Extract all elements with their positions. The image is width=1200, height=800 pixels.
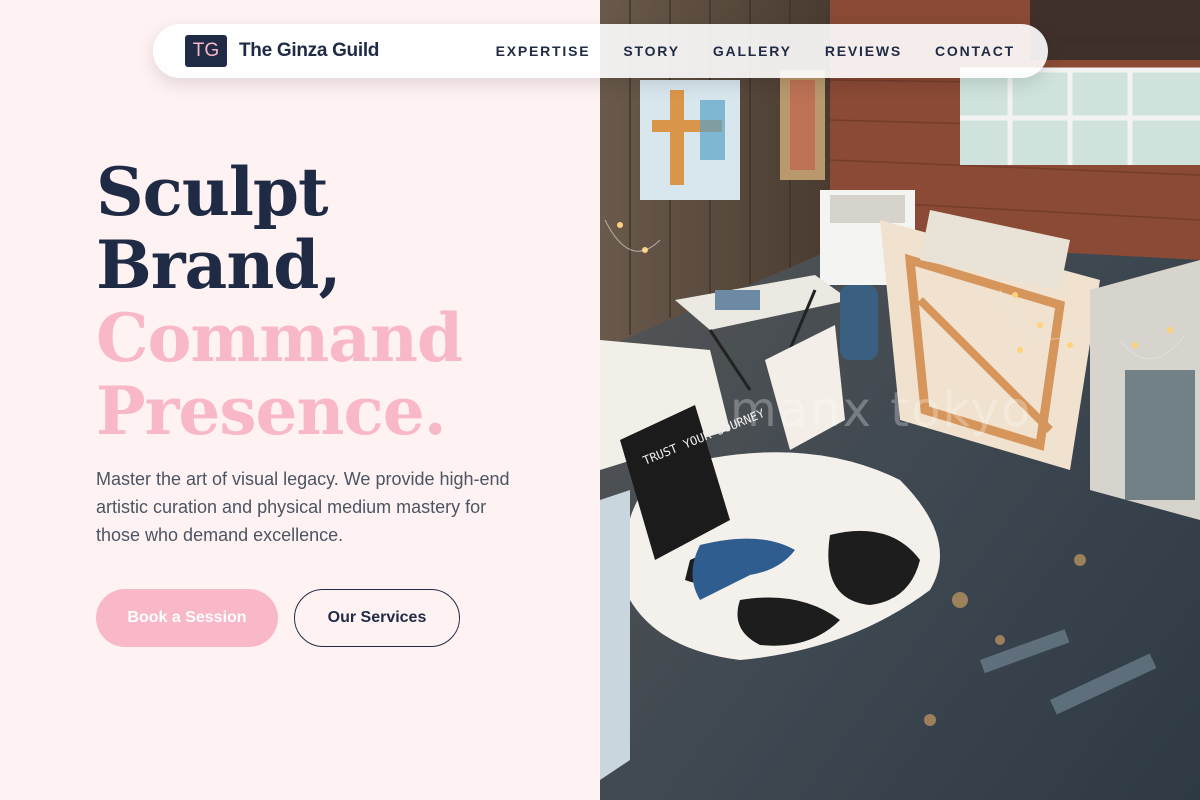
- studio-photo: TRUST YOUR JOURNEY manx tokyo: [600, 0, 1200, 800]
- nav-link-story[interactable]: STORY: [623, 43, 679, 59]
- nav-link-expertise[interactable]: EXPERTISE: [496, 43, 591, 59]
- nav-link-gallery[interactable]: GALLERY: [713, 43, 792, 59]
- top-navigation: TG The Ginza Guild EXPERTISE STORY GALLE…: [153, 24, 1048, 78]
- headline-line-2: Brand,: [96, 226, 341, 304]
- book-session-button[interactable]: Book a Session: [96, 589, 278, 647]
- brand-logo-badge[interactable]: TG: [185, 35, 227, 67]
- brand-name[interactable]: The Ginza Guild: [239, 40, 379, 62]
- nav-link-contact[interactable]: CONTACT: [935, 43, 1015, 59]
- headline-line-4: Presence.: [96, 372, 447, 450]
- headline-line-3: Command: [96, 299, 463, 377]
- our-services-button[interactable]: Our Services: [294, 589, 460, 647]
- headline-line-1: Sculpt: [96, 153, 329, 231]
- hero-subtext: Master the art of visual legacy. We prov…: [96, 469, 510, 545]
- hero-headline: Sculpt Brand, Command Presence.: [96, 153, 463, 450]
- nav-links: EXPERTISE STORY GALLERY REVIEWS CONTACT: [496, 43, 1015, 59]
- nav-link-reviews[interactable]: REVIEWS: [825, 43, 902, 59]
- photo-watermark: manx tokyo: [730, 382, 1033, 438]
